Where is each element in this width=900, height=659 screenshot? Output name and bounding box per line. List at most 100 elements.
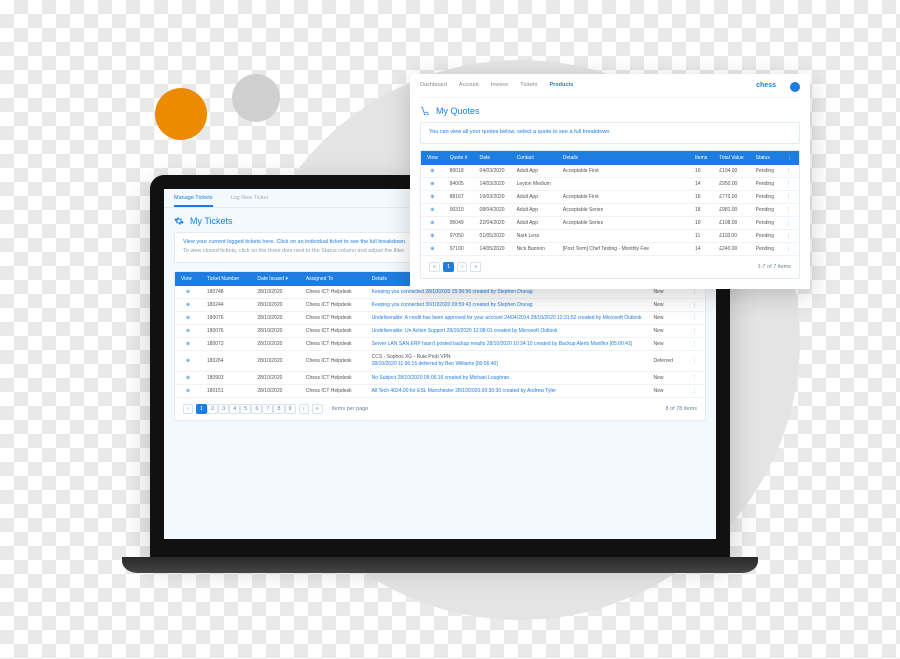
cell-date: 14/05/2020 xyxy=(474,243,511,256)
row-more-icon[interactable]: ⋮ xyxy=(780,217,799,230)
qpager-next[interactable]: › xyxy=(457,262,467,272)
view-icon[interactable]: ⊕ xyxy=(421,217,444,230)
row-more-icon[interactable]: ⋮ xyxy=(683,372,705,385)
cell-items: 18 xyxy=(689,204,713,217)
pager-page-5[interactable]: 5 xyxy=(240,404,251,414)
qcol-view[interactable]: View xyxy=(421,151,444,165)
pager-last[interactable]: » xyxy=(312,404,323,414)
tickets-title: My Tickets xyxy=(190,216,233,226)
pager-page-8[interactable]: 8 xyxy=(273,404,284,414)
table-row[interactable]: ⊕9710014/05/2020Nick Bannon[Post Term] C… xyxy=(421,243,799,256)
table-row[interactable]: ⊕8400514/03/2020Leyton Medium14£950.00Pe… xyxy=(421,178,799,191)
tab-log-new-ticket[interactable]: Log New Ticket xyxy=(231,195,269,207)
table-row[interactable]: ⊕9705001/05/2020Nark Less11£118.00Pendin… xyxy=(421,230,799,243)
pager-page-6[interactable]: 6 xyxy=(251,404,262,414)
view-icon[interactable]: ⊕ xyxy=(175,312,201,325)
qcol-quote[interactable]: Quote # xyxy=(444,151,474,165)
row-more-icon[interactable]: ⋮ xyxy=(780,191,799,204)
laptop-base xyxy=(122,557,758,573)
table-row[interactable]: ⊕18024428/10/2020Chess ICT HelpdeskKeepi… xyxy=(175,299,705,312)
cell-status: Pending xyxy=(750,230,780,243)
view-icon[interactable]: ⊕ xyxy=(175,372,201,385)
view-icon[interactable]: ⊕ xyxy=(421,230,444,243)
pager-page-3[interactable]: 3 xyxy=(218,404,229,414)
qcol-more-icon[interactable]: ⋮ xyxy=(780,151,799,165)
view-icon[interactable]: ⊕ xyxy=(421,204,444,217)
qpager-first[interactable]: « xyxy=(429,262,440,272)
cell-total: £104.00 xyxy=(713,165,749,178)
row-more-icon[interactable]: ⋮ xyxy=(780,165,799,178)
cell-details xyxy=(557,178,689,191)
table-row[interactable]: ⊕8001804/03/2020Adult AppAcceptable Firs… xyxy=(421,165,799,178)
row-more-icon[interactable]: ⋮ xyxy=(683,351,705,372)
view-icon[interactable]: ⊕ xyxy=(421,243,444,256)
qcol-details[interactable]: Details xyxy=(557,151,689,165)
pager-page-9[interactable]: 9 xyxy=(285,404,296,414)
cell-status: New xyxy=(648,325,684,338)
qpager-page-1[interactable]: 1 xyxy=(443,262,454,272)
row-more-icon[interactable]: ⋮ xyxy=(683,325,705,338)
items-per-page-label[interactable]: Items per page xyxy=(332,406,369,412)
qcol-items[interactable]: Items xyxy=(689,151,713,165)
pager-page-7[interactable]: 7 xyxy=(262,404,273,414)
tab-manage-tickets[interactable]: Manage Tickets xyxy=(174,195,213,207)
table-row[interactable]: ⊕18026428/10/2020Chess ICT HelpdeskCCS -… xyxy=(175,351,705,372)
nav-products[interactable]: Products xyxy=(549,82,573,88)
view-icon[interactable]: ⊕ xyxy=(175,325,201,338)
nav-tickets[interactable]: Tickets xyxy=(520,82,537,88)
nav-dashboard[interactable]: Dashboard xyxy=(420,82,447,88)
cell-ticket-number: 180073 xyxy=(201,338,251,351)
table-row[interactable]: ⊕9031008/04/2020Adult AppAcceptable Seri… xyxy=(421,204,799,217)
qcol-total[interactable]: Total Value xyxy=(713,151,749,165)
qcol-contact[interactable]: Contact xyxy=(511,151,557,165)
cell-quote: 84005 xyxy=(444,178,474,191)
view-icon[interactable]: ⊕ xyxy=(175,286,201,299)
view-icon[interactable]: ⊕ xyxy=(421,165,444,178)
pager-page-1[interactable]: 1 xyxy=(196,404,207,414)
cell-details: Acceptable First xyxy=(557,165,689,178)
quotes-top-nav: DashboardAccountInvoiceTicketsProducts c… xyxy=(420,80,800,98)
view-icon[interactable]: ⊕ xyxy=(175,299,201,312)
qcol-date[interactable]: Date xyxy=(474,151,511,165)
row-more-icon[interactable]: ⋮ xyxy=(780,230,799,243)
cell-items: 14 xyxy=(689,178,713,191)
row-more-icon[interactable]: ⋮ xyxy=(780,178,799,191)
row-more-icon[interactable]: ⋮ xyxy=(683,312,705,325)
qcol-status[interactable]: Status xyxy=(750,151,780,165)
row-more-icon[interactable]: ⋮ xyxy=(683,338,705,351)
cell-assigned: Chess ICT Helpdesk xyxy=(300,385,366,398)
avatar[interactable] xyxy=(790,82,800,92)
table-row[interactable]: ⊕18015128/10/2020Chess ICT HelpdeskAll T… xyxy=(175,385,705,398)
col-ticket-number[interactable]: Ticket Number xyxy=(201,272,251,286)
col-assigned-to[interactable]: Assigned To xyxy=(300,272,366,286)
table-row[interactable]: ⊕18007628/10/2020Chess ICT HelpdeskUndel… xyxy=(175,325,705,338)
row-more-icon[interactable]: ⋮ xyxy=(683,385,705,398)
nav-account[interactable]: Account xyxy=(459,82,479,88)
col-date-issued[interactable]: Date Issued ▾ xyxy=(251,272,299,286)
cell-status: Pending xyxy=(750,178,780,191)
col-view[interactable]: View xyxy=(175,272,201,286)
view-icon[interactable]: ⊕ xyxy=(175,338,201,351)
pager-page-2[interactable]: 2 xyxy=(207,404,218,414)
table-row[interactable]: ⊕9504922/04/2020Adult AppAcceptable Seri… xyxy=(421,217,799,230)
pager-next[interactable]: › xyxy=(299,404,309,414)
pager-page-4[interactable]: 4 xyxy=(229,404,240,414)
view-icon[interactable]: ⊕ xyxy=(175,351,201,372)
table-row[interactable]: ⊕18090328/10/2020Chess ICT HelpdeskNo Su… xyxy=(175,372,705,385)
qpager-last[interactable]: » xyxy=(470,262,481,272)
cell-total: £108.00 xyxy=(713,217,749,230)
pager-prev[interactable]: ‹ xyxy=(183,404,193,414)
table-row[interactable]: ⊕18007328/10/2020Chess ICT HelpdeskServe… xyxy=(175,338,705,351)
row-more-icon[interactable]: ⋮ xyxy=(780,204,799,217)
table-row[interactable]: ⊕8816719/03/2020Adult AppAcceptable Firs… xyxy=(421,191,799,204)
view-icon[interactable]: ⊕ xyxy=(175,385,201,398)
cell-date: 04/03/2020 xyxy=(474,165,511,178)
row-more-icon[interactable]: ⋮ xyxy=(780,243,799,256)
table-row[interactable]: ⊕18007628/10/2020Chess ICT HelpdeskUndel… xyxy=(175,312,705,325)
row-more-icon[interactable]: ⋮ xyxy=(683,299,705,312)
view-icon[interactable]: ⊕ xyxy=(421,191,444,204)
cell-ticket-number: 180076 xyxy=(201,325,251,338)
cell-date: 28/10/2020 xyxy=(251,338,299,351)
view-icon[interactable]: ⊕ xyxy=(421,178,444,191)
nav-invoice[interactable]: Invoice xyxy=(491,82,508,88)
